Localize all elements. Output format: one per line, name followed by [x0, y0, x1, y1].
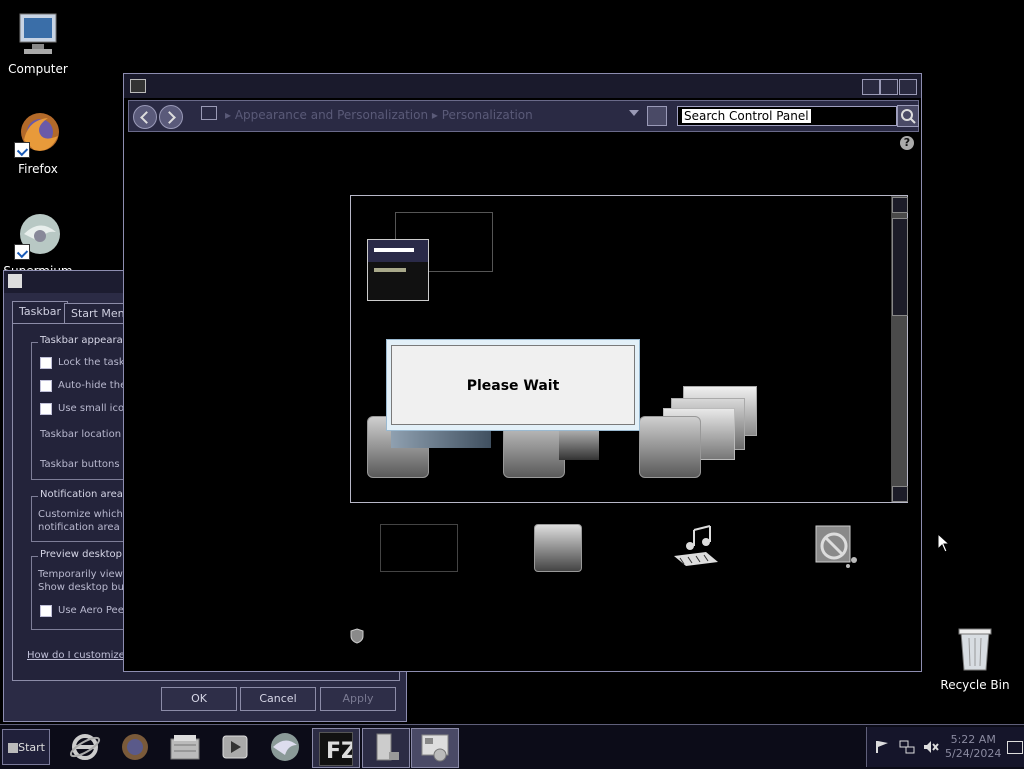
clock[interactable]: 5:22 AM 5/24/2024 — [945, 733, 1001, 761]
taskbar-button-control-panel[interactable] — [411, 728, 459, 768]
small-icons-checkbox[interactable] — [40, 403, 52, 415]
buttons-label: Taskbar buttons — [40, 459, 120, 470]
shortcut-arrow-icon — [14, 244, 30, 260]
scrollbar[interactable] — [891, 196, 908, 502]
firefox-icon[interactable] — [118, 731, 152, 763]
media-player-icon[interactable] — [218, 731, 252, 763]
clock-time: 5:22 AM — [950, 733, 996, 746]
aero-peek-checkbox[interactable] — [40, 605, 52, 617]
breadcrumb-item[interactable]: Personalization — [442, 108, 533, 122]
desktop-background-button[interactable] — [380, 524, 458, 572]
help-icon[interactable]: ? — [900, 136, 914, 150]
start-label: Start — [18, 741, 45, 754]
lock-taskbar-checkbox[interactable] — [40, 357, 52, 369]
group-title: Notification area — [38, 489, 125, 500]
internet-explorer-icon[interactable] — [68, 731, 102, 763]
back-button[interactable] — [133, 105, 157, 129]
supermium-icon — [14, 212, 62, 260]
breadcrumb-item[interactable]: Appearance and Personalization — [235, 108, 428, 122]
taskbar-button-filezilla[interactable]: FZ — [312, 728, 360, 768]
filezilla-icon: FZ — [319, 732, 357, 766]
taskbar-button-computer[interactable] — [362, 728, 410, 768]
scrollbar-thumb[interactable] — [892, 218, 908, 316]
close-button[interactable] — [899, 79, 917, 95]
auto-hide-checkbox[interactable] — [40, 380, 52, 392]
desktop-icon-firefox[interactable]: Firefox — [0, 110, 78, 176]
search-placeholder: Search Control Panel — [682, 109, 811, 123]
svg-text:FZ: FZ — [326, 739, 352, 764]
maximize-button[interactable] — [880, 79, 898, 95]
shield-icon — [350, 628, 364, 647]
control-panel-icon — [130, 79, 146, 93]
desktop-icon-label: Computer — [8, 62, 68, 76]
refresh-button[interactable] — [647, 106, 667, 126]
search-input[interactable]: Search Control Panel — [677, 106, 897, 126]
recycle-bin-icon — [951, 626, 999, 674]
firefox-icon — [14, 110, 62, 158]
option-label: Use Aero Peek — [58, 605, 130, 616]
customize-link[interactable]: How do I customize — [27, 650, 125, 661]
ok-button[interactable]: OK — [161, 687, 237, 711]
control-panel-icon — [201, 106, 217, 120]
chevron-down-icon[interactable] — [629, 110, 639, 116]
theme-preview-thumbnail[interactable] — [367, 239, 429, 301]
sounds-icon[interactable] — [670, 522, 722, 570]
scroll-down-button[interactable] — [892, 486, 908, 502]
computer-icon — [371, 732, 401, 767]
taskbar: Start FZ 5:22 AM 5/24/2024 — [0, 724, 1024, 769]
forward-button[interactable] — [159, 105, 183, 129]
window-app-icon — [8, 274, 22, 288]
system-tray: 5:22 AM 5/24/2024 — [866, 727, 1024, 767]
theme-thumbnail-stack — [559, 426, 599, 460]
control-panel-icon — [420, 733, 450, 766]
show-desktop-button[interactable] — [1007, 741, 1023, 754]
computer-icon — [14, 10, 62, 58]
mouse-cursor-icon — [937, 532, 951, 556]
windows-logo-icon — [8, 743, 18, 753]
file-explorer-icon[interactable] — [168, 731, 202, 763]
desktop-icon-supermium[interactable]: Supermium — [0, 212, 78, 278]
scroll-up-button[interactable] — [892, 197, 908, 213]
shortcut-arrow-icon — [14, 142, 30, 158]
address-bar: ▸ Appearance and Personalization ▸ Perso… — [128, 100, 919, 132]
apply-button[interactable]: Apply — [320, 687, 396, 711]
search-icon[interactable] — [897, 105, 919, 127]
window-color-button[interactable] — [534, 524, 582, 572]
please-wait-dialog: Please Wait — [386, 339, 640, 431]
personalization-window[interactable]: ▸ Appearance and Personalization ▸ Perso… — [123, 73, 922, 672]
desktop-icon-computer[interactable]: Computer — [0, 10, 78, 76]
supermium-icon[interactable] — [268, 731, 302, 763]
cancel-button[interactable]: Cancel — [240, 687, 316, 711]
desktop-icon-label: Firefox — [18, 162, 58, 176]
desktop-icon-label: Recycle Bin — [940, 678, 1010, 692]
breadcrumb[interactable]: ▸ Appearance and Personalization ▸ Perso… — [225, 108, 533, 122]
network-icon[interactable] — [899, 740, 915, 757]
start-button[interactable]: Start — [2, 729, 50, 765]
volume-muted-icon[interactable] — [923, 740, 939, 757]
minimize-button[interactable] — [862, 79, 880, 95]
window-titlebar[interactable] — [124, 74, 921, 98]
dialog-panel: Please Wait — [391, 345, 635, 425]
tab-taskbar[interactable]: Taskbar — [12, 301, 68, 324]
desktop-icon-recycle-bin[interactable]: Recycle Bin — [935, 626, 1015, 692]
screen-saver-icon[interactable] — [810, 522, 862, 570]
clock-date: 5/24/2024 — [945, 747, 1002, 760]
notification-desc: notification area — [38, 522, 120, 533]
theme-thumbnail[interactable] — [639, 416, 701, 478]
dialog-text: Please Wait — [466, 378, 560, 394]
flag-icon[interactable] — [875, 740, 889, 757]
